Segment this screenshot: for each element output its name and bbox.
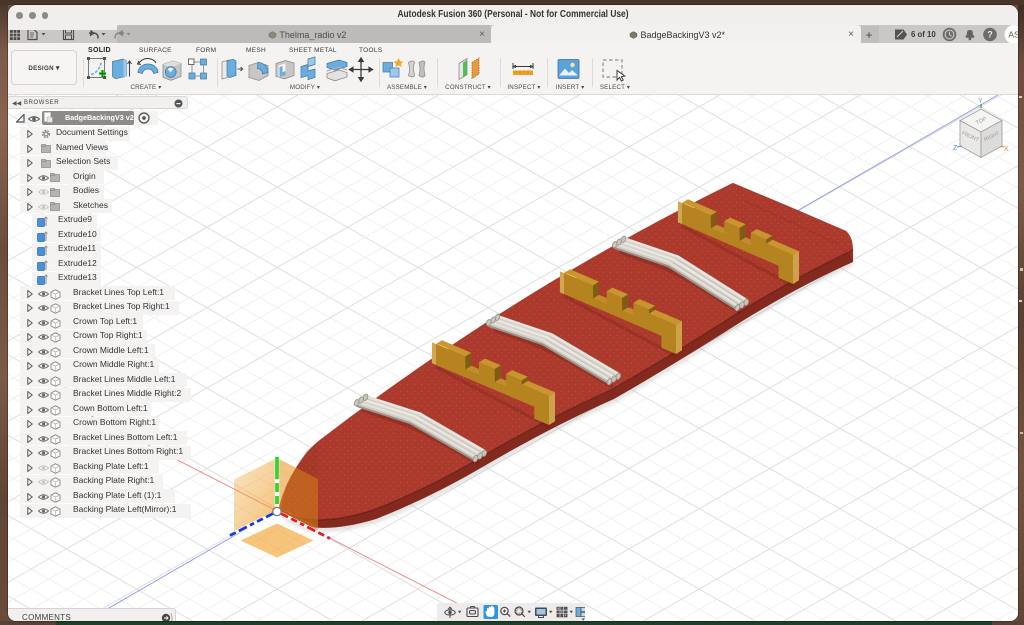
svg-text:Z: Z (953, 145, 958, 152)
svg-text:?: ? (987, 29, 993, 39)
svg-text:AS: AS (1008, 29, 1018, 39)
svg-text:X: X (1004, 146, 1009, 153)
svg-text:6 of 10: 6 of 10 (911, 30, 936, 39)
svg-text:Y: Y (978, 98, 983, 105)
